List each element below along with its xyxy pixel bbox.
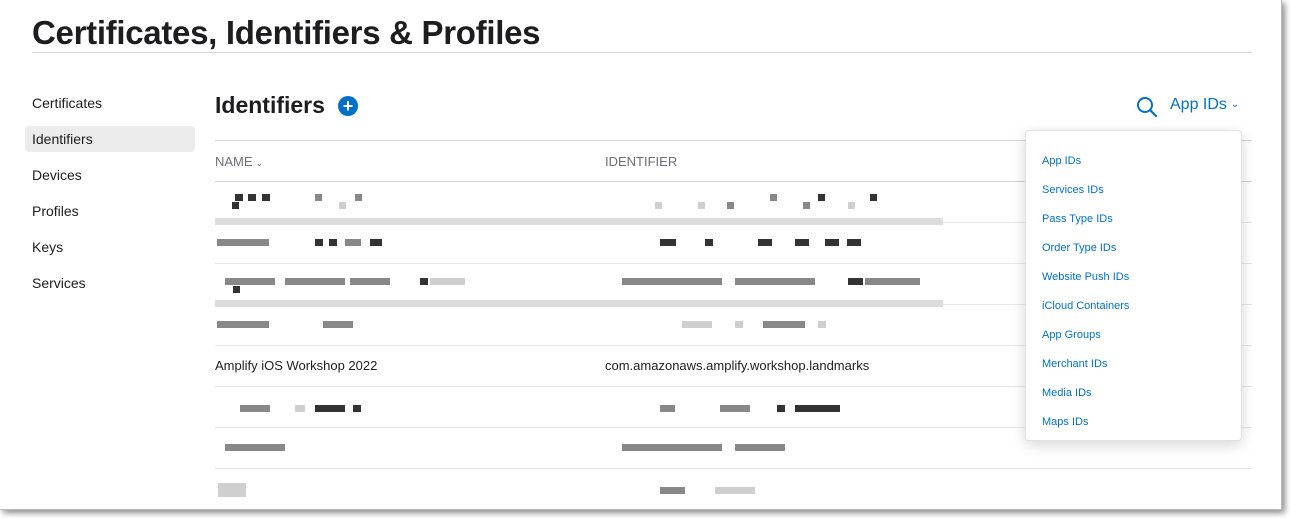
menu-item-maps-ids[interactable]: Maps IDs — [1026, 408, 1241, 437]
row-identifier: com.amazonaws.amplify.workshop.landmarks — [605, 358, 870, 373]
menu-item-pass-type-ids[interactable]: Pass Type IDs — [1026, 205, 1241, 234]
row-name: Amplify iOS Workshop 2022 — [215, 358, 378, 373]
column-header-name[interactable]: NAME ⌄ — [215, 154, 263, 169]
chevron-down-icon: ⌄ — [255, 158, 264, 168]
add-identifier-button[interactable]: + — [338, 96, 358, 116]
menu-item-icloud-containers[interactable]: iCloud Containers — [1026, 292, 1241, 321]
menu-item-order-type-ids[interactable]: Order Type IDs — [1026, 234, 1241, 263]
section-title: Identifiers — [215, 92, 325, 118]
page-title: Certificates, Identifiers & Profiles — [32, 14, 541, 51]
menu-item-app-ids[interactable]: App IDs — [1026, 147, 1241, 176]
app-window: Certificates, Identifiers & Profiles Cer… — [0, 0, 1282, 510]
sidebar-item-keys[interactable]: Keys — [25, 234, 195, 260]
filter-dropdown-button[interactable]: App IDs ⌄ — [1170, 96, 1239, 114]
sidebar-item-services[interactable]: Services — [25, 270, 195, 296]
menu-item-media-ids[interactable]: Media IDs — [1026, 379, 1241, 408]
search-icon — [1137, 97, 1158, 118]
sidebar: Certificates Identifiers Devices Profile… — [25, 90, 195, 306]
filter-label: App IDs — [1170, 96, 1227, 113]
sidebar-item-identifiers[interactable]: Identifiers — [25, 126, 195, 152]
search-button[interactable] — [1135, 95, 1159, 119]
sidebar-item-profiles[interactable]: Profiles — [25, 198, 195, 224]
menu-item-website-push-ids[interactable]: Website Push IDs — [1026, 263, 1241, 292]
sidebar-item-devices[interactable]: Devices — [25, 162, 195, 188]
title-divider — [32, 52, 1252, 53]
chevron-down-icon: ⌄ — [1230, 99, 1240, 110]
menu-item-services-ids[interactable]: Services IDs — [1026, 176, 1241, 205]
plus-circle-icon: + — [342, 96, 354, 116]
sidebar-item-certificates[interactable]: Certificates — [25, 90, 195, 116]
column-header-identifier: IDENTIFIER — [605, 154, 678, 169]
table-row[interactable] — [215, 469, 1252, 509]
menu-item-merchant-ids[interactable]: Merchant IDs — [1026, 350, 1241, 379]
column-header-name-label: NAME — [215, 154, 253, 169]
filter-dropdown-menu: App IDs Services IDs Pass Type IDs Order… — [1025, 130, 1242, 441]
menu-item-app-groups[interactable]: App Groups — [1026, 321, 1241, 350]
